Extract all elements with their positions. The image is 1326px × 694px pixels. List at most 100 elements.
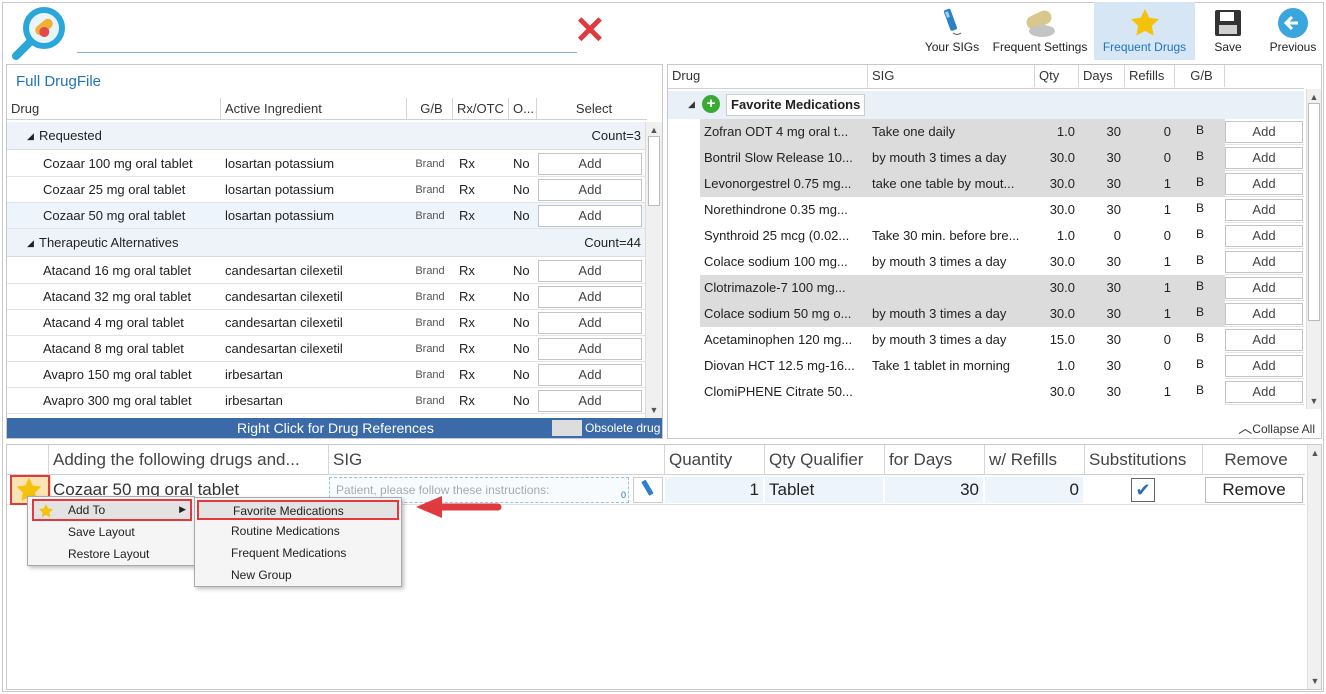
add-button[interactable]: Add bbox=[1225, 225, 1303, 247]
col-qty[interactable]: Qty bbox=[1035, 65, 1079, 87]
save-button[interactable]: Save bbox=[1202, 2, 1254, 60]
col-remove[interactable]: Remove bbox=[1203, 445, 1305, 475]
qty-qualifier-field[interactable]: Tablet bbox=[765, 477, 883, 503]
col-active-ingredient[interactable]: Active Ingredient bbox=[221, 98, 407, 120]
add-button[interactable]: Add bbox=[538, 390, 642, 412]
col-select[interactable]: Select bbox=[537, 98, 647, 120]
table-row[interactable]: Norethindrone 0.35 mg... 30.0 30 1 B Add bbox=[700, 197, 1304, 223]
add-button[interactable]: Add bbox=[1225, 147, 1303, 169]
search-input[interactable] bbox=[77, 33, 577, 53]
add-group-icon[interactable]: + bbox=[702, 95, 720, 113]
menu-item-add-to[interactable]: Add To ▶ bbox=[32, 499, 192, 521]
scroll-down-icon[interactable]: ▼ bbox=[1307, 396, 1321, 406]
remove-button[interactable]: Remove bbox=[1205, 477, 1303, 503]
quantity-field[interactable]: 1 bbox=[665, 477, 763, 503]
add-button[interactable]: Add bbox=[538, 312, 642, 334]
add-button[interactable]: Add bbox=[538, 179, 642, 201]
col-qty-qualifier[interactable]: Qty Qualifier bbox=[765, 445, 885, 475]
table-row[interactable]: Levonorgestrel 0.75 mg... take one table… bbox=[700, 171, 1304, 197]
col-adding-drug[interactable]: Adding the following drugs and... bbox=[49, 445, 329, 475]
scroll-up-icon[interactable]: ▲ bbox=[647, 125, 661, 135]
table-row[interactable]: Cozaar 25 mg oral tablet losartan potass… bbox=[7, 177, 645, 203]
col-sig[interactable]: SIG bbox=[868, 65, 1035, 87]
col-obsolete[interactable]: O... bbox=[509, 98, 537, 120]
table-row[interactable]: Colace sodium 100 mg... by mouth 3 times… bbox=[700, 249, 1304, 275]
menu-item-restore-layout[interactable]: Restore Layout bbox=[68, 543, 149, 565]
sig-pen-button[interactable] bbox=[633, 477, 663, 503]
col-sig[interactable]: SIG bbox=[329, 445, 665, 475]
table-row[interactable]: ClomiPHENE Citrate 50... 30.0 30 1 B Add bbox=[700, 379, 1304, 405]
table-row[interactable]: Cozaar 100 mg oral tablet losartan potas… bbox=[7, 151, 645, 177]
clear-search-icon[interactable]: ✕ bbox=[574, 12, 606, 50]
add-button[interactable]: Add bbox=[538, 364, 642, 386]
obsolete-toggle[interactable] bbox=[552, 420, 582, 436]
add-button[interactable]: Add bbox=[1225, 329, 1303, 351]
group-row[interactable]: ◢ Requested Count=3 bbox=[7, 122, 645, 150]
add-button[interactable]: Add bbox=[1225, 381, 1303, 403]
table-row[interactable]: Acetaminophen 120 mg... by mouth 3 times… bbox=[700, 327, 1304, 353]
table-row[interactable]: Zofran ODT 4 mg oral t... Take one daily… bbox=[700, 119, 1304, 145]
substitution-checkbox[interactable]: ✔ bbox=[1131, 478, 1155, 502]
collapse-group-icon[interactable]: ◢ bbox=[27, 122, 34, 150]
col-drug[interactable]: Drug bbox=[668, 65, 868, 87]
submenu-item-new-group[interactable]: New Group bbox=[231, 564, 292, 586]
col-gb[interactable]: G/B bbox=[407, 98, 453, 120]
col-refills[interactable]: Refills bbox=[1125, 65, 1175, 87]
add-button[interactable]: Add bbox=[538, 338, 642, 360]
add-button[interactable]: Add bbox=[1225, 355, 1303, 377]
frequent-settings-button[interactable]: Frequent Settings bbox=[988, 2, 1092, 60]
col-gb[interactable]: G/B bbox=[1175, 65, 1225, 87]
add-button[interactable]: Add bbox=[538, 153, 642, 175]
scroll-up-icon[interactable]: ▲ bbox=[1307, 92, 1321, 102]
add-button[interactable]: Add bbox=[538, 260, 642, 282]
table-row[interactable]: Atacand 16 mg oral tablet candesartan ci… bbox=[7, 258, 645, 284]
table-row[interactable]: Clotrimazole-7 100 mg... 30.0 30 1 B Add bbox=[700, 275, 1304, 301]
add-button[interactable]: Add bbox=[538, 205, 642, 227]
col-rx-otc[interactable]: Rx/OTC bbox=[453, 98, 509, 120]
table-row[interactable]: Atacand 8 mg oral tablet candesartan cil… bbox=[7, 336, 645, 362]
scroll-up-icon[interactable]: ▲ bbox=[1308, 448, 1322, 458]
table-row[interactable]: Atacand 4 mg oral tablet candesartan cil… bbox=[7, 310, 645, 336]
submenu-item-routine-medications[interactable]: Routine Medications bbox=[231, 520, 340, 542]
scroll-thumb[interactable] bbox=[648, 136, 660, 206]
add-button[interactable]: Add bbox=[538, 286, 642, 308]
table-row[interactable]: Diovan HCT 12.5 mg-16... Take 1 tablet i… bbox=[700, 353, 1304, 379]
your-sigs-button[interactable]: Your SIGs bbox=[920, 2, 984, 60]
table-row[interactable]: Colace sodium 50 mg o... by mouth 3 time… bbox=[700, 301, 1304, 327]
right-scrollbar[interactable]: ▲ ▼ bbox=[1306, 89, 1321, 409]
table-row[interactable]: Synthroid 25 mcg (0.02... Take 30 min. b… bbox=[700, 223, 1304, 249]
refills-field[interactable]: 0 bbox=[985, 477, 1083, 503]
table-row[interactable]: Cozaar 50 mg oral tablet losartan potass… bbox=[7, 203, 645, 229]
collapse-all-button[interactable]: ︿Collapse All bbox=[1238, 418, 1315, 438]
add-button[interactable]: Add bbox=[1225, 303, 1303, 325]
table-row[interactable]: Avapro 300 mg oral tablet irbesartan Bra… bbox=[7, 388, 645, 414]
table-row[interactable]: Atacand 32 mg oral tablet candesartan ci… bbox=[7, 284, 645, 310]
table-row[interactable]: Avapro 150 mg oral tablet irbesartan Bra… bbox=[7, 362, 645, 388]
left-scrollbar[interactable]: ▲ ▼ bbox=[645, 122, 662, 418]
favorite-group-row[interactable]: ◢ + Favorite Medications bbox=[668, 91, 1304, 119]
scroll-down-icon[interactable]: ▼ bbox=[1308, 676, 1322, 686]
add-button[interactable]: Add bbox=[1225, 173, 1303, 195]
menu-item-save-layout[interactable]: Save Layout bbox=[68, 521, 135, 543]
add-button[interactable]: Add bbox=[1225, 251, 1303, 273]
add-button[interactable]: Add bbox=[1225, 121, 1303, 143]
scroll-down-icon[interactable]: ▼ bbox=[647, 405, 661, 415]
col-drug[interactable]: Drug bbox=[7, 98, 221, 120]
col-for-days[interactable]: for Days bbox=[885, 445, 985, 475]
frequent-drugs-button[interactable]: Frequent Drugs bbox=[1094, 2, 1195, 60]
add-button[interactable]: Add bbox=[1225, 199, 1303, 221]
previous-button[interactable]: Previous bbox=[1264, 2, 1322, 60]
bottom-scrollbar[interactable]: ▲ ▼ bbox=[1307, 445, 1321, 689]
col-refills[interactable]: w/ Refills bbox=[985, 445, 1085, 475]
days-field[interactable]: 30 bbox=[885, 477, 983, 503]
collapse-group-icon[interactable]: ◢ bbox=[688, 99, 695, 110]
group-row[interactable]: ◢ Therapeutic Alternatives Count=44 bbox=[7, 229, 645, 257]
col-days[interactable]: Days bbox=[1079, 65, 1125, 87]
col-quantity[interactable]: Quantity bbox=[665, 445, 765, 475]
collapse-group-icon[interactable]: ◢ bbox=[27, 229, 34, 257]
add-button[interactable]: Add bbox=[1225, 277, 1303, 299]
scroll-thumb[interactable] bbox=[1308, 103, 1320, 321]
col-substitutions[interactable]: Substitutions bbox=[1085, 445, 1203, 475]
submenu-item-favorite-medications[interactable]: Favorite Medications bbox=[197, 500, 399, 520]
submenu-item-frequent-medications[interactable]: Frequent Medications bbox=[231, 542, 346, 564]
